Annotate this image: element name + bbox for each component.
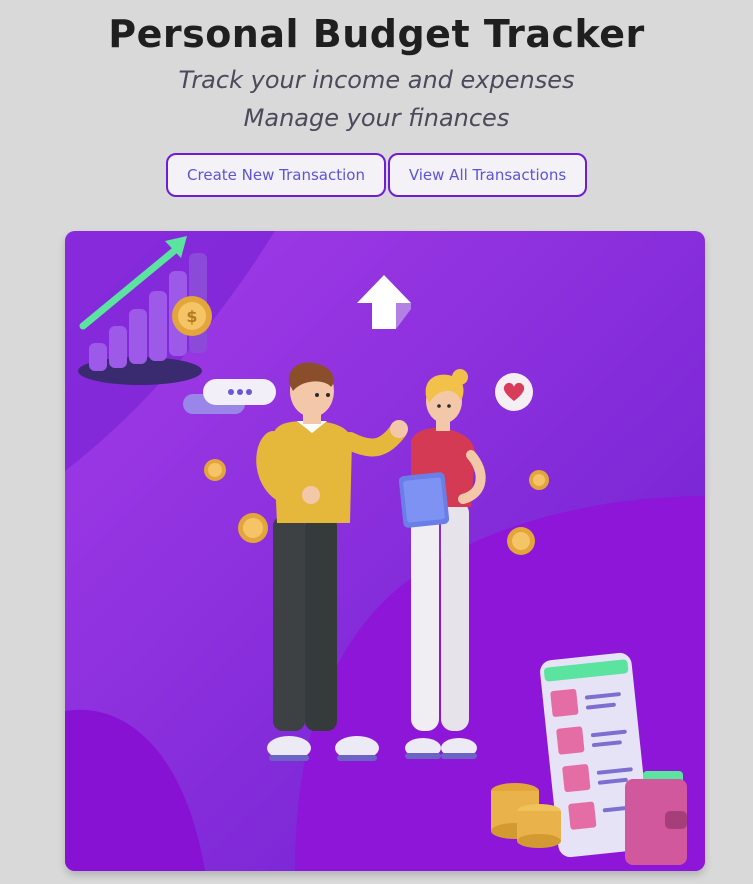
- hero-illustration: $: [65, 231, 705, 871]
- svg-text:$: $: [186, 307, 197, 326]
- create-transaction-button[interactable]: Create New Transaction: [166, 153, 386, 197]
- page-title: Personal Budget Tracker: [108, 12, 645, 56]
- heart-bubble-icon: [495, 373, 533, 411]
- action-bar: Create New Transaction View All Transact…: [0, 153, 753, 197]
- subtitle-track: Track your income and expenses: [178, 66, 575, 94]
- subtitle-manage: Manage your finances: [243, 104, 510, 132]
- hero-svg: $: [65, 231, 705, 871]
- wallet-icon: [625, 771, 687, 865]
- view-transactions-button[interactable]: View All Transactions: [388, 153, 587, 197]
